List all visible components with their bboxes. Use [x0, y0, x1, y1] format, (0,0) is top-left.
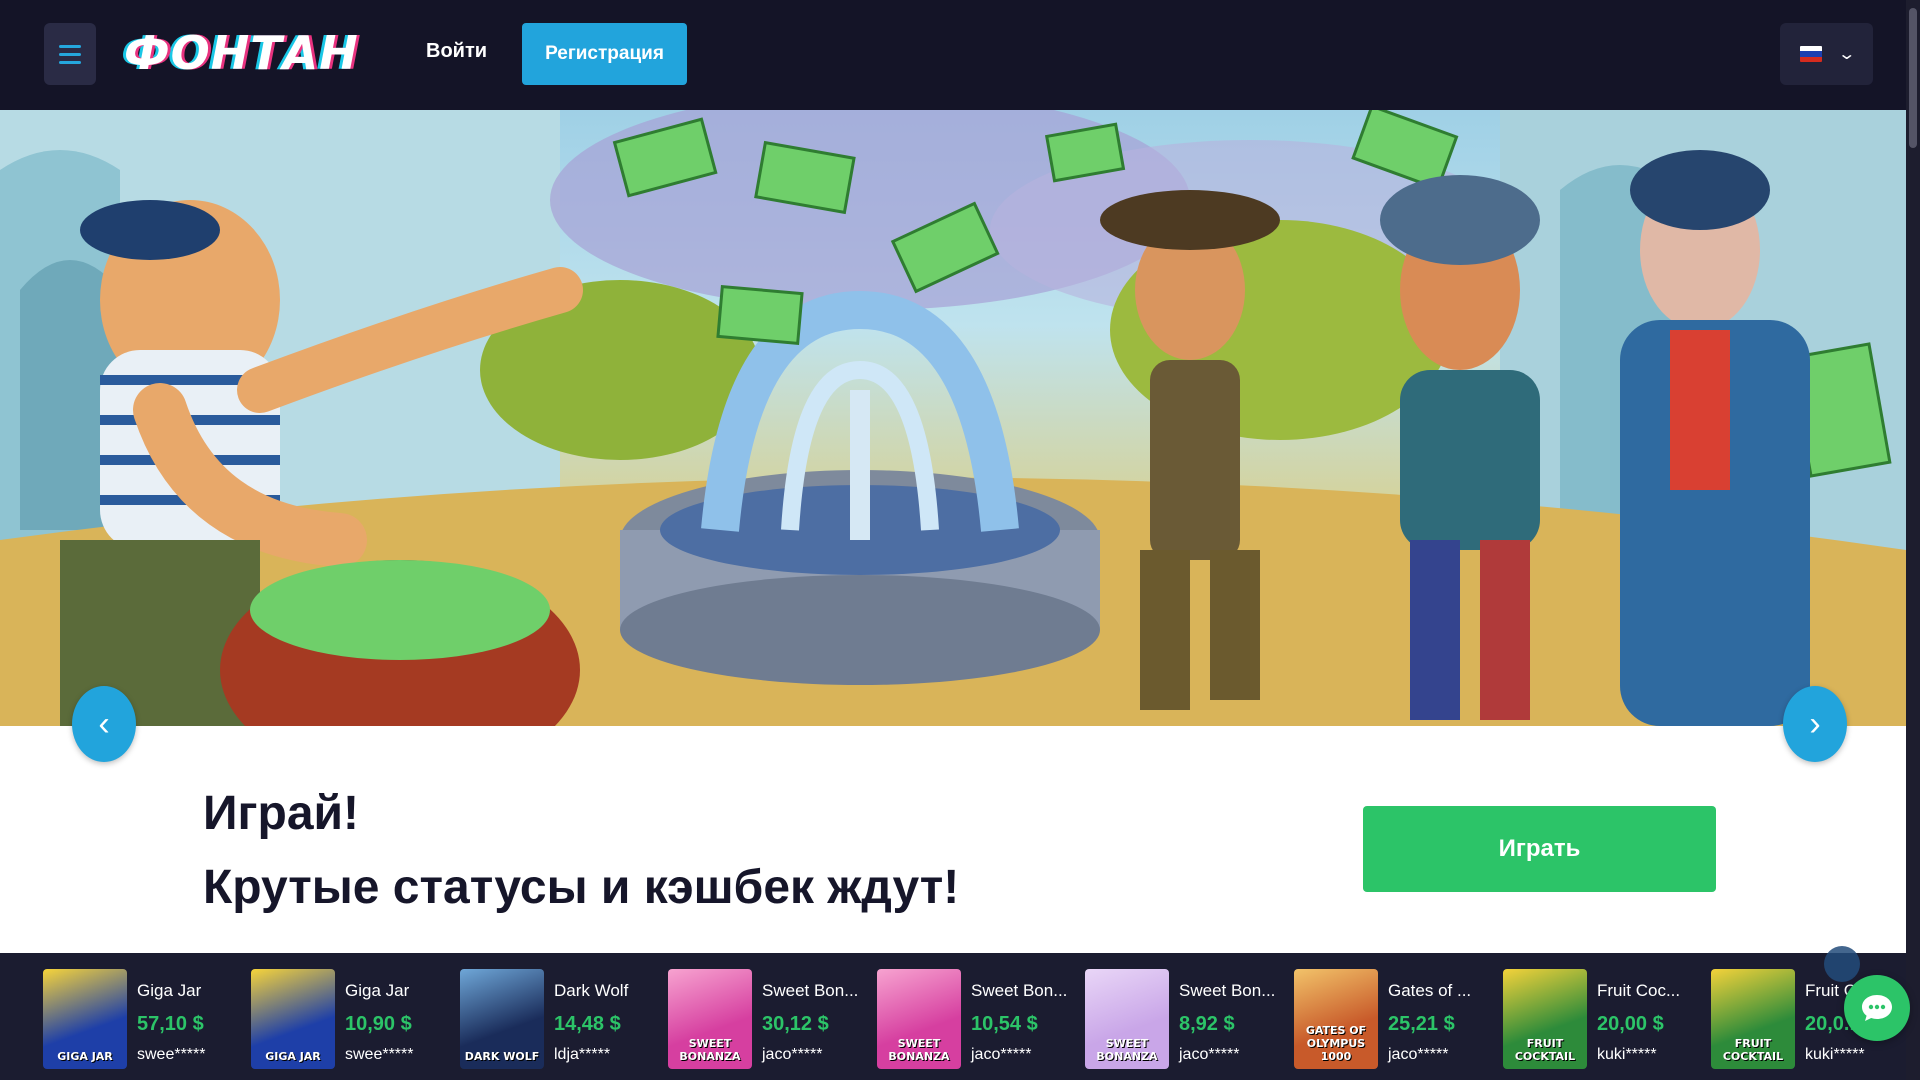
winner-amount: 10,54 $ [971, 1013, 1038, 1035]
game-thumbnail[interactable]: GIGA JAR [43, 969, 127, 1069]
banner-next-button[interactable]: › [1783, 686, 1847, 762]
winner-item[interactable]: GIGA JAR Giga Jar 57,10 $ swee***** [43, 969, 243, 1069]
winner-amount: 10,90 $ [345, 1013, 412, 1035]
chat-bubble-icon [1862, 995, 1892, 1021]
winner-username: kuki***** [1805, 1046, 1865, 1063]
winner-game-name: Giga Jar [137, 981, 202, 1000]
chevron-down-icon: ⌄ [1837, 46, 1856, 63]
site-logo[interactable]: ФОНТАН [124, 26, 359, 80]
winner-username: ldja***** [554, 1046, 611, 1063]
winner-item[interactable]: DARK WOLF Dark Wolf 14,48 $ ldja***** [460, 969, 660, 1069]
game-thumbnail[interactable]: FRUIT COCKTAIL [1503, 969, 1587, 1069]
winner-game-name: Dark Wolf [554, 981, 629, 1000]
winner-game-name: Sweet Bon... [1179, 981, 1276, 1000]
winner-amount: 14,48 $ [554, 1013, 621, 1035]
winner-item[interactable]: SWEET BONANZA Sweet Bon... 10,54 $ jaco*… [877, 969, 1077, 1069]
winner-item[interactable]: GATES OF OLYMPUS 1000 Gates of ... 25,21… [1294, 969, 1494, 1069]
game-thumbnail[interactable]: GATES OF OLYMPUS 1000 [1294, 969, 1378, 1069]
hamburger-menu-button[interactable] [44, 23, 96, 85]
recent-winners-ticker: GIGA JAR Giga Jar 57,10 $ swee***** GIGA… [0, 953, 1906, 1080]
scroll-to-top-button[interactable] [1824, 946, 1860, 982]
winner-username: jaco***** [971, 1046, 1032, 1063]
winner-username: swee***** [345, 1046, 414, 1063]
winner-item[interactable]: SWEET BONANZA Sweet Bon... 30,12 $ jaco*… [668, 969, 868, 1069]
winner-game-name: Sweet Bon... [971, 981, 1068, 1000]
game-thumbnail[interactable]: FRUIT COCKTAIL [1711, 969, 1795, 1069]
winner-item[interactable]: FRUIT COCKTAIL Fruit Coc... 20,00 $ kuki… [1503, 969, 1703, 1069]
promo-title: Играй! [203, 787, 359, 840]
winner-username: kuki***** [1597, 1046, 1657, 1063]
game-thumbnail[interactable]: SWEET BONANZA [668, 969, 752, 1069]
banner-prev-button[interactable]: ‹ [72, 686, 136, 762]
winner-game-name: Sweet Bon... [762, 981, 859, 1000]
winner-game-name: Fruit Coc... [1597, 981, 1681, 1000]
russian-flag-icon [1799, 46, 1822, 62]
promo-banner-image [0, 110, 1906, 726]
hamburger-icon [59, 44, 81, 48]
winner-username: jaco***** [762, 1046, 823, 1063]
winner-item[interactable]: SWEET BONANZA Sweet Bon... 8,92 $ jaco**… [1085, 969, 1285, 1069]
winner-username: swee***** [137, 1046, 206, 1063]
winner-username: jaco***** [1179, 1046, 1240, 1063]
winner-amount: 20,00 $ [1597, 1013, 1664, 1035]
banner-illustration [0, 110, 1906, 726]
support-chat-button[interactable] [1844, 975, 1910, 1041]
page-scrollbar[interactable] [1906, 0, 1920, 1080]
winner-game-name: Gates of ... [1388, 981, 1472, 1000]
game-thumbnail[interactable]: DARK WOLF [460, 969, 544, 1069]
winner-amount: 8,92 $ [1179, 1013, 1235, 1035]
game-thumbnail[interactable]: SWEET BONANZA [877, 969, 961, 1069]
language-selector[interactable]: ⌄ [1780, 23, 1873, 85]
winner-amount: 25,21 $ [1388, 1013, 1455, 1035]
play-button[interactable]: Играть [1363, 806, 1716, 892]
login-button[interactable]: Войти [426, 40, 487, 63]
register-button[interactable]: Регистрация [522, 23, 687, 85]
game-thumbnail[interactable]: SWEET BONANZA [1085, 969, 1169, 1069]
game-thumbnail[interactable]: GIGA JAR [251, 969, 335, 1069]
promo-subtitle: Крутые статусы и кэшбек ждут! [203, 861, 960, 914]
winner-amount: 57,10 $ [137, 1013, 204, 1035]
top-header: ФОНТАН Войти Регистрация ⌄ [0, 0, 1920, 110]
winner-item[interactable]: GIGA JAR Giga Jar 10,90 $ swee***** [251, 969, 451, 1069]
winner-game-name: Giga Jar [345, 981, 410, 1000]
winner-username: jaco***** [1388, 1046, 1449, 1063]
winner-amount: 30,12 $ [762, 1013, 829, 1035]
